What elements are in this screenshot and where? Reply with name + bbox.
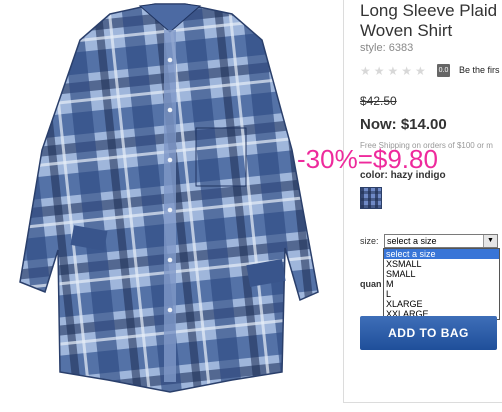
size-option[interactable]: XLARGE xyxy=(384,299,499,309)
rating-count-badge: 0.0 xyxy=(437,64,450,77)
rating-stars[interactable]: ★★★★★ xyxy=(360,64,429,78)
color-label-text: color: xyxy=(360,170,388,181)
size-option[interactable]: M xyxy=(384,279,499,289)
size-label: size: xyxy=(360,236,379,246)
size-dropdown-list[interactable]: select a size XSMALL SMALL M L XLARGE XX… xyxy=(383,248,500,320)
color-label: color: hazy indigo xyxy=(360,170,446,181)
size-select[interactable]: select a size ▼ xyxy=(384,234,498,248)
size-option[interactable]: SMALL xyxy=(384,269,499,279)
color-swatch-hazy-indigo[interactable] xyxy=(360,187,382,209)
shirt-image xyxy=(19,3,319,393)
sale-price: Now: $14.00 xyxy=(360,116,447,133)
chevron-down-icon[interactable]: ▼ xyxy=(483,235,497,247)
bottom-divider xyxy=(343,402,502,403)
size-select-value: select a size xyxy=(387,236,437,246)
product-image xyxy=(0,0,340,412)
size-option[interactable]: L xyxy=(384,289,499,299)
style-number: style: 6383 xyxy=(360,42,414,54)
add-to-bag-button[interactable]: ADD TO BAG xyxy=(360,316,497,350)
product-title-line1: Long Sleeve Plaid Bo xyxy=(360,1,502,20)
size-option[interactable]: XSMALL xyxy=(384,259,499,269)
original-price: $42.50 xyxy=(360,94,397,108)
write-review-link[interactable]: Be the firs xyxy=(459,65,500,75)
product-title: Long Sleeve Plaid Bo Woven Shirt xyxy=(360,1,502,41)
product-title-line2: Woven Shirt xyxy=(360,21,453,40)
quantity-label: quan xyxy=(360,279,382,289)
size-option[interactable]: select a size xyxy=(384,249,499,259)
color-value: hazy indigo xyxy=(390,170,446,181)
column-divider xyxy=(343,0,344,402)
